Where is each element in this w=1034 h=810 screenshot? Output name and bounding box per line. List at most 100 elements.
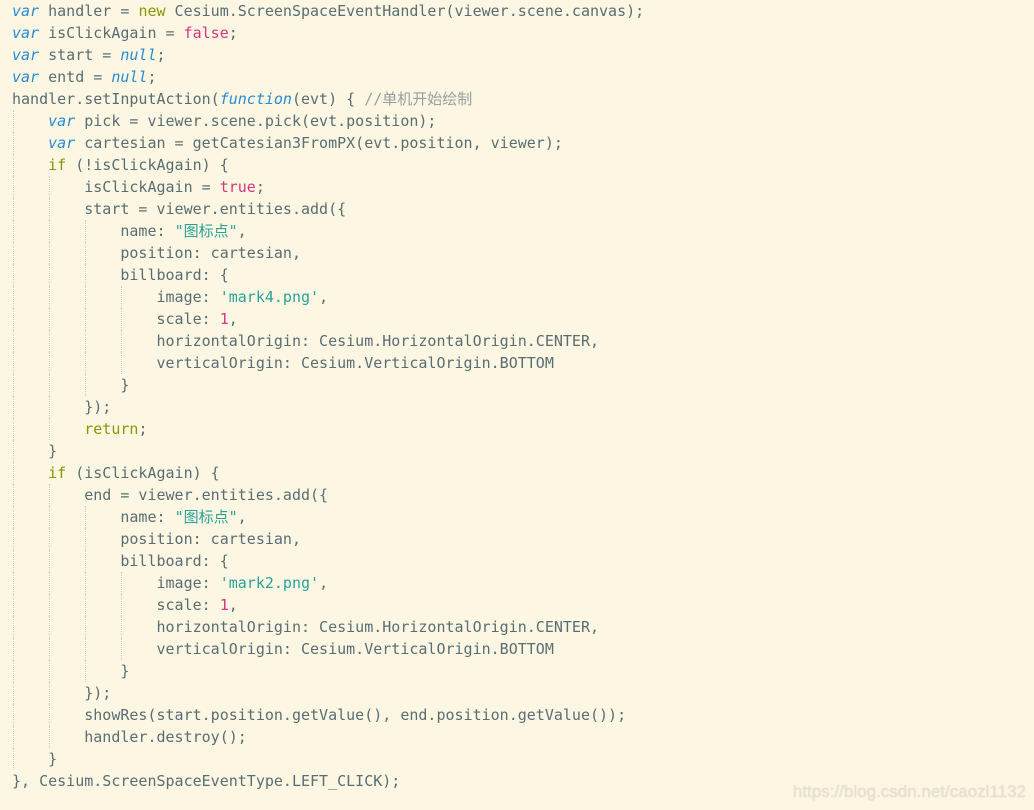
code-token-plain: isClickAgain = <box>39 24 184 42</box>
code-token-keyword: var <box>12 24 40 42</box>
indent-guide <box>85 374 86 396</box>
indent-guide <box>13 748 14 770</box>
code-token-keyword: var <box>12 2 40 20</box>
code-token-plain: image: <box>156 574 220 592</box>
indent-guide <box>85 572 86 594</box>
indent-guide <box>85 308 86 330</box>
indent-guide <box>13 638 14 660</box>
indent-guide <box>49 374 50 396</box>
indent-guide <box>13 440 14 462</box>
code-token-plain: } <box>120 376 130 394</box>
indent-guide <box>49 550 50 572</box>
code-line: scale: 1, <box>12 308 644 330</box>
code-token-keyword: var <box>12 46 40 64</box>
indent-guide <box>49 352 50 374</box>
indent-guide <box>13 352 14 374</box>
code-token-plain: , <box>228 310 238 328</box>
indent-guide <box>85 264 86 286</box>
indent-guide <box>49 704 50 726</box>
indent-guide <box>85 528 86 550</box>
code-token-plain: }, Cesium.ScreenSpaceEventType.LEFT_CLIC… <box>12 772 401 790</box>
indent-guide <box>13 330 14 352</box>
indent-guide <box>13 726 14 748</box>
indent-guide <box>121 572 122 594</box>
indent-guide <box>85 550 86 572</box>
code-token-plain: , <box>319 288 329 306</box>
indent-guide <box>49 528 50 550</box>
code-line: start = viewer.entities.add({ <box>12 198 644 220</box>
code-token-plain: horizontalOrigin: Cesium.HorizontalOrigi… <box>156 618 600 636</box>
code-line: }, Cesium.ScreenSpaceEventType.LEFT_CLIC… <box>12 770 644 792</box>
code-token-plain: } <box>48 442 58 460</box>
code-line: var handler = new Cesium.ScreenSpaceEven… <box>12 0 644 22</box>
code-line: } <box>12 748 644 770</box>
indent-guide <box>85 286 86 308</box>
code-token-bool: false <box>183 24 229 42</box>
code-token-comment: //单机开始绘制 <box>364 90 473 108</box>
indent-guide <box>49 660 50 682</box>
indent-guide <box>49 616 50 638</box>
indent-guide <box>13 286 14 308</box>
code-token-plain: end = viewer.entities.add({ <box>84 486 329 504</box>
code-token-plain: } <box>48 750 58 768</box>
code-token-plain: showRes(start.position.getValue(), end.p… <box>84 706 627 724</box>
indent-guide <box>85 506 86 528</box>
indent-guide <box>13 572 14 594</box>
code-line: var start = null; <box>12 44 644 66</box>
indent-guide <box>13 418 14 440</box>
indent-guide <box>13 462 14 484</box>
indent-guide <box>49 506 50 528</box>
code-token-plain: , <box>237 222 247 240</box>
code-token-plain: }); <box>84 684 112 702</box>
code-token-plain: } <box>120 662 130 680</box>
code-token-plain: horizontalOrigin: Cesium.HorizontalOrigi… <box>156 332 600 350</box>
indent-guide <box>13 176 14 198</box>
code-token-plain: }); <box>84 398 112 416</box>
code-line: billboard: { <box>12 264 644 286</box>
code-block: var handler = new Cesium.ScreenSpaceEven… <box>12 0 644 792</box>
code-line: verticalOrigin: Cesium.VerticalOrigin.BO… <box>12 638 644 660</box>
indent-guide <box>85 352 86 374</box>
code-line: }); <box>12 396 644 418</box>
code-token-keyword: var <box>48 134 76 152</box>
code-line: horizontalOrigin: Cesium.HorizontalOrigi… <box>12 330 644 352</box>
code-token-plain: ; <box>138 420 148 438</box>
code-token-plain: ; <box>156 46 166 64</box>
code-line: position: cartesian, <box>12 242 644 264</box>
code-token-plain: isClickAgain = <box>84 178 220 196</box>
indent-guide <box>13 132 14 154</box>
code-line: if (!isClickAgain) { <box>12 154 644 176</box>
indent-guide <box>13 616 14 638</box>
code-line: var pick = viewer.scene.pick(evt.positio… <box>12 110 644 132</box>
code-token-plain: (!isClickAgain) { <box>66 156 229 174</box>
indent-guide <box>13 396 14 418</box>
indent-guide <box>85 330 86 352</box>
code-token-plain: image: <box>156 288 220 306</box>
indent-guide <box>13 264 14 286</box>
code-line: image: 'mark2.png', <box>12 572 644 594</box>
code-line: var entd = null; <box>12 66 644 88</box>
code-token-plain: cartesian = getCatesian3FromPX(evt.posit… <box>75 134 563 152</box>
code-token-string: "图标点" <box>174 508 238 526</box>
code-token-flow: if <box>48 464 67 482</box>
code-token-plain: , <box>237 508 247 526</box>
indent-guide <box>121 616 122 638</box>
code-token-plain: position: cartesian, <box>120 530 301 548</box>
code-line: billboard: { <box>12 550 644 572</box>
code-viewer: var handler = new Cesium.ScreenSpaceEven… <box>0 0 1034 810</box>
code-token-number: 1 <box>219 310 229 328</box>
code-line: if (isClickAgain) { <box>12 462 644 484</box>
code-line: } <box>12 374 644 396</box>
code-token-string: 'mark2.png' <box>219 574 320 592</box>
code-line: name: "图标点", <box>12 220 644 242</box>
indent-guide <box>121 594 122 616</box>
code-token-keyword: var <box>48 112 76 130</box>
indent-guide <box>85 660 86 682</box>
